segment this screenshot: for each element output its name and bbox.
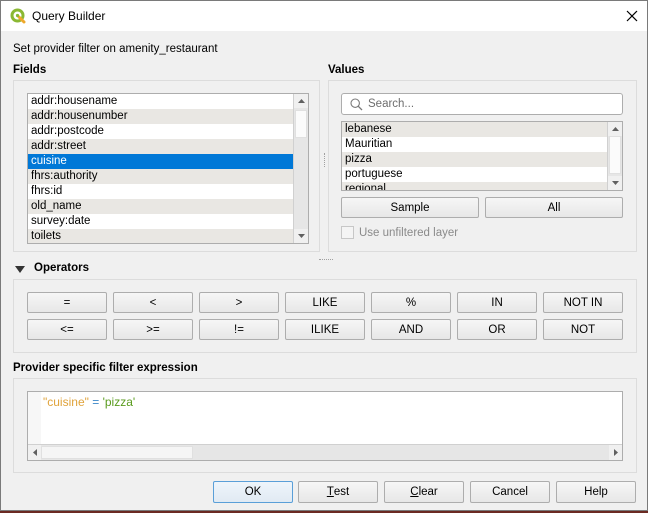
clear-label: lear <box>418 486 438 498</box>
test-label: est <box>333 486 350 498</box>
field-list-item[interactable]: addr:postcode <box>28 124 308 139</box>
operator-button-in[interactable]: IN <box>457 292 537 313</box>
scroll-left-button[interactable] <box>28 445 41 460</box>
operator-button[interactable]: < <box>113 292 193 313</box>
values-search-box[interactable] <box>341 93 623 115</box>
use-unfiltered-layer-label: Use unfiltered layer <box>359 226 459 239</box>
operator-button-and[interactable]: AND <box>371 319 451 340</box>
field-list-item[interactable]: fhrs:authority <box>28 169 308 184</box>
scroll-down-button[interactable] <box>294 229 308 243</box>
test-mnemonic: T <box>326 486 334 498</box>
expression-text[interactable]: "cuisine" = 'pizza' <box>43 395 135 409</box>
close-icon <box>626 10 638 22</box>
operator-button[interactable]: >= <box>113 319 193 340</box>
horizontal-splitter-handle[interactable] <box>319 259 333 260</box>
fields-scrollbar[interactable] <box>293 94 308 243</box>
value-list-item[interactable]: portuguese <box>342 167 622 182</box>
field-list-item[interactable]: old_name <box>28 199 308 214</box>
arrow-up-icon <box>611 127 619 131</box>
close-button[interactable] <box>617 1 647 31</box>
arrow-down-icon <box>611 181 619 185</box>
scroll-thumb[interactable] <box>609 136 621 174</box>
all-button[interactable]: All <box>485 197 623 218</box>
operator-button[interactable]: <= <box>27 319 107 340</box>
operator-button-not[interactable]: NOT <box>543 319 623 340</box>
values-label: Values <box>328 64 365 76</box>
arrow-right-icon <box>613 449 618 456</box>
search-icon <box>350 98 363 111</box>
expression-label: Provider specific filter expression <box>13 362 198 374</box>
scroll-up-button[interactable] <box>294 94 308 108</box>
arrow-left-icon <box>32 449 37 456</box>
scroll-right-button[interactable] <box>609 445 622 460</box>
field-list-item[interactable]: toilets <box>28 229 308 243</box>
operator-button-not-in[interactable]: NOT IN <box>543 292 623 313</box>
scroll-down-button[interactable] <box>608 176 622 190</box>
editor-margin <box>28 392 41 444</box>
query-builder-dialog: Query Builder Set provider filter on ame… <box>0 0 648 511</box>
use-unfiltered-layer-option[interactable]: Use unfiltered layer <box>341 226 458 239</box>
scroll-up-button[interactable] <box>608 122 622 136</box>
value-list-item[interactable]: pizza <box>342 152 622 167</box>
collapse-triangle-icon[interactable] <box>15 266 25 274</box>
ok-button[interactable]: OK <box>213 481 293 503</box>
field-list-item[interactable]: addr:housenumber <box>28 109 308 124</box>
operator-button[interactable]: != <box>199 319 279 340</box>
window-title: Query Builder <box>32 9 106 23</box>
expression-value-token: 'pizza' <box>102 395 136 409</box>
value-list-item[interactable]: lebanese <box>342 122 622 137</box>
expression-operator-token: = <box>88 395 103 409</box>
arrow-up-icon <box>297 99 305 103</box>
field-list-item[interactable]: fhrs:id <box>28 184 308 199</box>
operator-button[interactable]: = <box>27 292 107 313</box>
filter-expression-editor[interactable]: "cuisine" = 'pizza' <box>27 391 623 461</box>
field-list-item[interactable]: survey:date <box>28 214 308 229</box>
clear-mnemonic: C <box>410 486 419 498</box>
arrow-down-icon <box>297 234 305 238</box>
value-list-item[interactable]: regional <box>342 182 622 190</box>
field-list-item[interactable]: cuisine <box>28 154 308 169</box>
operator-button-or[interactable]: OR <box>457 319 537 340</box>
operator-button[interactable]: > <box>199 292 279 313</box>
operators-group <box>13 279 637 353</box>
operator-button-ilike[interactable]: ILIKE <box>285 319 365 340</box>
use-unfiltered-layer-checkbox[interactable] <box>341 226 354 239</box>
values-search-input[interactable] <box>368 96 618 112</box>
clear-button[interactable]: Clear <box>384 481 464 503</box>
sample-button[interactable]: Sample <box>341 197 479 218</box>
value-list-item[interactable]: Mauritian <box>342 137 622 152</box>
fields-label: Fields <box>13 64 47 76</box>
qgis-logo-icon <box>10 8 26 24</box>
field-list-item[interactable]: addr:street <box>28 139 308 154</box>
help-button[interactable]: Help <box>556 481 636 503</box>
dialog-subtitle: Set provider filter on amenity_restauran… <box>13 43 218 55</box>
operator-button[interactable]: % <box>371 292 451 313</box>
expression-field-token: "cuisine" <box>43 395 89 409</box>
test-button[interactable]: Test <box>298 481 378 503</box>
scroll-thumb[interactable] <box>295 110 307 138</box>
operators-label: Operators <box>34 262 89 274</box>
cancel-button[interactable]: Cancel <box>470 481 550 503</box>
title-bar: Query Builder <box>1 1 647 31</box>
fields-list[interactable]: addr:housename addr:housenumber addr:postc… <box>27 93 309 244</box>
values-list[interactable]: lebanese Mauritian pizza portuguese regional <box>341 121 623 191</box>
scroll-thumb[interactable] <box>41 446 193 459</box>
values-scrollbar[interactable] <box>607 122 622 190</box>
editor-horizontal-scrollbar[interactable] <box>28 444 622 460</box>
vertical-splitter-handle[interactable] <box>324 153 326 167</box>
field-list-item[interactable]: addr:housename <box>28 94 308 109</box>
operator-button-like[interactable]: LIKE <box>285 292 365 313</box>
